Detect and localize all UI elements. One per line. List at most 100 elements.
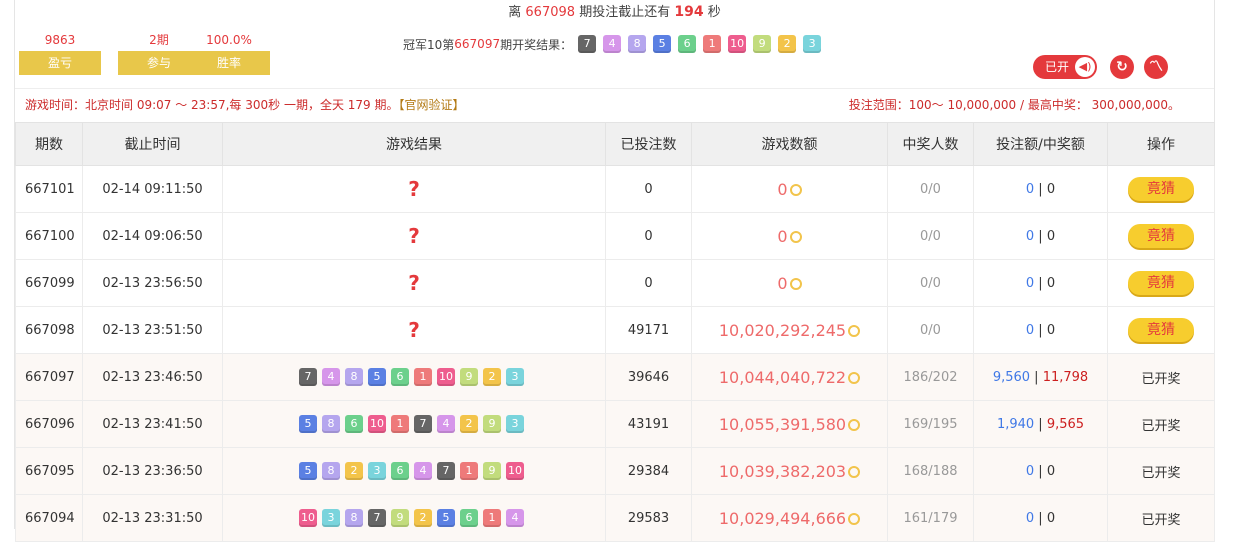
period-cell: 667098: [15, 306, 83, 354]
coin-icon: [789, 230, 802, 243]
result-ball: 4: [414, 462, 432, 480]
col-header-deadline: 截止时间: [82, 122, 223, 166]
bets-cell: 43191: [605, 400, 692, 448]
result-ball: 10: [368, 415, 386, 433]
bets-cell: 0: [605, 165, 692, 213]
win-amount: 0: [1046, 322, 1056, 338]
result-ball: 9: [483, 415, 501, 433]
period-cell: 667096: [15, 400, 83, 448]
bet-amount: 1,940: [996, 416, 1035, 432]
result-cell: ?: [222, 212, 606, 260]
result-ball: 8: [322, 415, 340, 433]
action-cell: 已开奖: [1107, 400, 1215, 448]
countdown-suffix: 秒: [707, 5, 721, 20]
amount-cell: 10,020,292,245: [691, 306, 888, 354]
countdown-period: 667098: [525, 5, 576, 20]
bet-amount: 0: [1025, 228, 1035, 244]
drawn-status: 已开奖: [1141, 418, 1181, 434]
table-header: 期数 截止时间 游戏结果 已投注数 游戏数额 中奖人数 投注额/中奖额 操作: [15, 122, 1215, 166]
result-ball: 7: [437, 462, 455, 480]
result-ball: 6: [391, 368, 409, 386]
bet-button[interactable]: 竟猜: [1128, 224, 1194, 248]
game-panel: 离 667098 期投注截止还有 194 秒 9863 盈亏 2期 参与 100…: [14, 0, 1215, 542]
sound-toggle[interactable]: 已开 ◀): [1033, 55, 1097, 79]
win-amount: 0: [1046, 463, 1056, 479]
winners-cell: 161/179: [887, 494, 974, 542]
speaker-icon: ◀): [1075, 57, 1095, 77]
amount-value: 10,039,382,203: [718, 461, 847, 481]
table-row: 667099 02-13 23:56:50? 0 0 0/0 0 | 0 竟猜: [15, 259, 1215, 307]
coin-icon: [848, 512, 861, 525]
result-ball: 2: [483, 368, 501, 386]
amount-value: 0: [777, 226, 788, 246]
stat-winrate: 100.0% 胜率: [188, 31, 270, 75]
result-cell: ?: [222, 165, 606, 213]
period-cell: 667100: [15, 212, 83, 260]
result-ball: 6: [460, 509, 478, 527]
bet-win-cell: 1,940 | 9,565: [973, 400, 1108, 448]
winners-cell: 0/0: [887, 306, 974, 354]
result-ball: 1: [414, 368, 432, 386]
last-draw-balls: 7 4 8 5 6 1 10 9 2 3: [578, 35, 828, 53]
result-ball: 9: [460, 368, 478, 386]
game-time-text: 游戏时间：北京时间 09:07 ～ 23:57,每 300秒 一期，全天 179…: [25, 98, 399, 112]
question-mark-icon: ?: [408, 271, 420, 295]
trend-chart-icon[interactable]: 〽: [1144, 55, 1168, 79]
bet-button[interactable]: 竟猜: [1128, 318, 1194, 342]
result-cell: ?: [222, 259, 606, 307]
win-amount: 0: [1046, 181, 1056, 197]
result-ball: 1: [703, 35, 722, 53]
bet-range-info: 投注范围：100～ 10,000,000 / 最高中奖： 300,000,000…: [848, 98, 1180, 112]
amount-cell: 0: [691, 165, 888, 213]
stat-profit-value: 9863: [44, 33, 76, 47]
win-amount: 0: [1046, 275, 1056, 291]
deadline-cell: 02-13 23:31:50: [82, 494, 223, 542]
game-info-bar: 游戏时间：北京时间 09:07 ～ 23:57,每 300秒 一期，全天 179…: [15, 88, 1214, 121]
deadline-cell: 02-13 23:36:50: [82, 447, 223, 495]
bet-win-cell: 0 | 0: [973, 447, 1108, 495]
bets-cell: 49171: [605, 306, 692, 354]
winners-cell: 168/188: [887, 447, 974, 495]
action-cell: 已开奖: [1107, 353, 1215, 401]
bet-win-cell: 9,560 | 11,798: [973, 353, 1108, 401]
win-amount: 0: [1046, 510, 1056, 526]
period-cell: 667099: [15, 259, 83, 307]
bets-cell: 0: [605, 212, 692, 260]
deadline-cell: 02-13 23:56:50: [82, 259, 223, 307]
result-ball: 2: [778, 35, 797, 53]
coin-icon: [848, 324, 861, 337]
col-header-action: 操作: [1107, 122, 1215, 166]
table-row: 667094 02-13 23:31:50 10 3 8 7 9 2 5 6 1 4 29583 10,0…: [15, 494, 1215, 542]
amount-cell: 10,055,391,580: [691, 400, 888, 448]
table-row: 667096 02-13 23:41:50 5 8 6 10 1 7 4 2 9 3 43191 10,0…: [15, 400, 1215, 448]
amount-value: 10,020,292,245: [718, 320, 847, 340]
draw-history-table: 期数 截止时间 游戏结果 已投注数 游戏数额 中奖人数 投注额/中奖额 操作 6…: [15, 122, 1215, 542]
result-cell: 7 4 8 5 6 1 10 9 2 3: [222, 353, 606, 401]
bet-amount: 0: [1025, 322, 1035, 338]
amount-cell: 0: [691, 259, 888, 307]
amount-cell: 0: [691, 212, 888, 260]
deadline-cell: 02-13 23:51:50: [82, 306, 223, 354]
result-ball: 10: [299, 509, 317, 527]
result-ball: 9: [483, 462, 501, 480]
countdown-prefix: 离: [508, 5, 522, 20]
result-ball: 5: [653, 35, 672, 53]
bet-button[interactable]: 竟猜: [1128, 177, 1194, 201]
verify-link[interactable]: 【官网验证】: [399, 98, 465, 112]
result-ball: 5: [437, 509, 455, 527]
bet-button[interactable]: 竟猜: [1128, 271, 1194, 295]
drawn-status: 已开奖: [1141, 465, 1181, 481]
result-ball: 5: [368, 368, 386, 386]
amount-cell: 10,044,040,722: [691, 353, 888, 401]
table-row: 667097 02-13 23:46:50 7 4 8 5 6 1 10 9 2 3 39646 10,0…: [15, 353, 1215, 401]
result-ball: 8: [322, 462, 340, 480]
bet-amount: 0: [1025, 463, 1035, 479]
result-ball: 6: [678, 35, 697, 53]
stat-profit: 9863 盈亏: [19, 31, 101, 75]
result-ball: 6: [391, 462, 409, 480]
result-ball: 4: [603, 35, 622, 53]
result-ball: 10: [437, 368, 455, 386]
refresh-icon[interactable]: ↻: [1110, 55, 1134, 79]
stat-winrate-label: 胜率: [188, 51, 270, 75]
result-ball: 9: [391, 509, 409, 527]
